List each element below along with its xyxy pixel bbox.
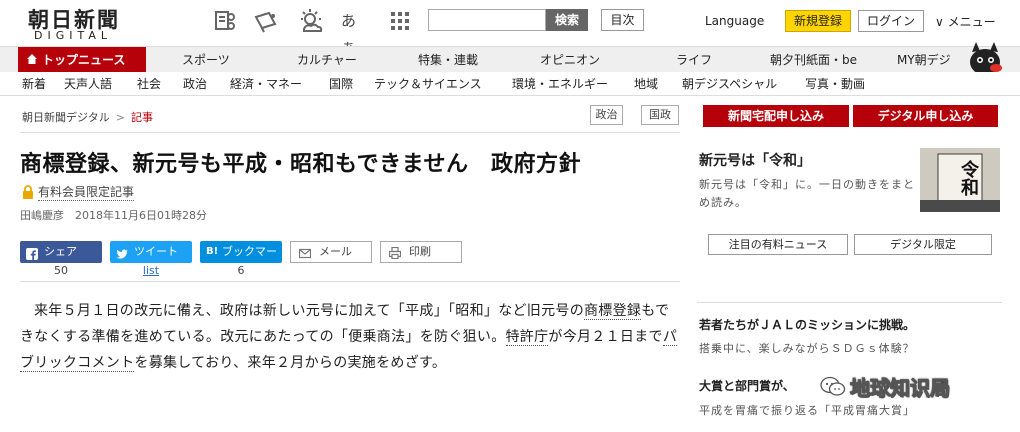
divider bbox=[20, 132, 680, 133]
nav-item-label: トップニュース bbox=[42, 53, 126, 67]
search-input[interactable] bbox=[428, 9, 546, 31]
sub-nav-item[interactable]: 経済・マネー bbox=[230, 72, 302, 96]
body-text: 来年５月１日の改元に備え、政府は新しい元号に加えて「平成」「昭和」など旧元号の bbox=[34, 303, 584, 319]
nav-item-paper[interactable]: 朝夕刊紙面・be bbox=[770, 47, 857, 73]
twitter-share-label: ツイート bbox=[134, 245, 178, 258]
facebook-share-button[interactable]: シェア bbox=[20, 241, 102, 263]
nav-item-culture[interactable]: カルチャー bbox=[297, 47, 357, 73]
keyword-link-patent-office[interactable]: 特許庁 bbox=[505, 329, 549, 346]
twitter-icon bbox=[116, 246, 128, 259]
breadcrumb: 朝日新聞デジタル > 記事 bbox=[22, 109, 153, 125]
sub-nav-item[interactable]: 国際 bbox=[329, 72, 353, 96]
search-button[interactable]: 検索 bbox=[546, 9, 588, 31]
register-button[interactable]: 新規登録 bbox=[785, 10, 851, 32]
sub-nav-item[interactable]: 環境・エネルギー bbox=[512, 72, 608, 96]
hatena-bookmark-button[interactable]: B! ブックマー bbox=[200, 241, 282, 263]
feature-description: 新元号は「令和」に。一日の動きをまとめ読み。 bbox=[699, 178, 915, 209]
promo-subtext-2: 平成を胃痛で振り返る「平成胃痛大賞」 bbox=[699, 404, 915, 417]
breadcrumb-home[interactable]: 朝日新聞デジタル bbox=[22, 111, 110, 124]
feature-image[interactable]: 令和 bbox=[920, 148, 1000, 212]
newspaper-subscribe-button[interactable]: 新聞宅配申し込み bbox=[703, 105, 849, 127]
divider bbox=[697, 302, 1002, 303]
logo-english: DIGITAL bbox=[34, 29, 113, 42]
article-title: 商標登録、新元号も平成・昭和もできません 政府方針 bbox=[20, 152, 581, 177]
font-size-icon[interactable]: あぁ bbox=[341, 8, 367, 56]
breadcrumb-current: 記事 bbox=[131, 111, 153, 124]
nav-item-top-news[interactable]: トップニュース bbox=[18, 47, 146, 73]
print-icon bbox=[388, 246, 402, 260]
login-button[interactable]: ログイン bbox=[858, 10, 924, 32]
tag-national-politics[interactable]: 国政 bbox=[641, 105, 679, 125]
sub-nav-item[interactable]: 天声人語 bbox=[64, 72, 112, 96]
print-label: 印刷 bbox=[409, 245, 431, 258]
toc-button[interactable]: 目次 bbox=[601, 9, 644, 31]
nav-item-opinion[interactable]: オピニオン bbox=[540, 47, 600, 73]
twitter-list-link[interactable]: list bbox=[110, 264, 192, 277]
paid-member-label[interactable]: 有料会員限定記事 bbox=[38, 183, 135, 201]
hatena-bookmark-count: 6 bbox=[237, 264, 245, 277]
language-link[interactable]: Language bbox=[705, 14, 764, 28]
bookmark-scrap-icon[interactable] bbox=[212, 8, 238, 34]
feature-image-caption: 令和 bbox=[958, 160, 979, 196]
main-nav: トップニュース スポーツ カルチャー 特集・連載 オピニオン ライフ 朝夕刊紙面… bbox=[0, 46, 1020, 73]
hatena-bookmark-label: ブックマー bbox=[222, 245, 277, 258]
sub-nav-item[interactable]: テック＆サイエンス bbox=[374, 72, 482, 96]
watermark-text: 地球知识局 bbox=[850, 376, 951, 401]
sub-nav-item[interactable]: 政治 bbox=[183, 72, 207, 96]
mail-icon bbox=[298, 246, 312, 259]
digital-subscribe-button[interactable]: デジタル申し込み bbox=[853, 105, 998, 127]
twitter-share-button[interactable]: ツイート bbox=[110, 241, 192, 263]
promo-subtext-1: 搭乗中に、楽しみながらＳＤＧｓ体験？ bbox=[699, 342, 915, 355]
facebook-share-count: 50 bbox=[54, 264, 68, 277]
site-header: 朝日新聞 DIGITAL あぁ 検索 目次 Language 新規登録 ログイン… bbox=[0, 0, 1020, 56]
hatena-icon: B! bbox=[206, 246, 219, 257]
body-text: が今月２１日まで bbox=[548, 329, 663, 345]
sub-nav-item[interactable]: 新着 bbox=[22, 72, 46, 96]
megaphone-icon[interactable] bbox=[253, 8, 279, 34]
lock-icon bbox=[22, 184, 34, 199]
nav-item-my-asadigi[interactable]: MY朝デジ bbox=[897, 47, 951, 73]
nav-item-sports[interactable]: スポーツ bbox=[182, 47, 230, 73]
breadcrumb-separator: > bbox=[115, 111, 125, 124]
mail-share-label: メール bbox=[319, 245, 352, 258]
mail-share-button[interactable]: メール bbox=[290, 241, 372, 263]
feature-title[interactable]: 新元号は「令和」 bbox=[699, 150, 811, 170]
wechat-icon bbox=[820, 376, 846, 398]
facebook-icon bbox=[26, 246, 38, 260]
article-byline: 田嶋慶彦 2018年11月6日01時28分 bbox=[20, 209, 207, 222]
article-body: 来年５月１日の改元に備え、政府は新しい元号に加えて「平成」「昭和」など旧元号の商… bbox=[20, 298, 680, 376]
divider bbox=[20, 281, 680, 282]
grid-menu-icon[interactable] bbox=[387, 8, 413, 34]
sub-nav-item[interactable]: 社会 bbox=[137, 72, 161, 96]
mascot-icon[interactable] bbox=[962, 40, 1008, 76]
sub-nav-item[interactable]: 地域 bbox=[634, 72, 658, 96]
facebook-share-label: シェア bbox=[44, 245, 77, 258]
print-button[interactable]: 印刷 bbox=[380, 241, 462, 263]
body-text: を募集しており、来年２月からの実施をめざす。 bbox=[134, 355, 447, 371]
weather-icon[interactable] bbox=[298, 8, 324, 34]
nav-item-features[interactable]: 特集・連載 bbox=[418, 47, 478, 73]
sub-nav-item[interactable]: 写真・動画 bbox=[805, 72, 865, 96]
sub-nav: 新着 天声人語 社会 政治 経済・マネー 国際 テック＆サイエンス 環境・エネル… bbox=[0, 72, 1020, 96]
home-icon bbox=[27, 54, 37, 64]
digital-only-button[interactable]: デジタル限定 bbox=[854, 234, 992, 255]
site-logo[interactable]: 朝日新聞 DIGITAL bbox=[28, 4, 144, 42]
tag-politics[interactable]: 政治 bbox=[590, 105, 623, 125]
paid-news-button[interactable]: 注目の有料ニュース bbox=[708, 234, 848, 255]
sub-nav-item[interactable]: 朝デジスペシャル bbox=[682, 72, 777, 96]
keyword-link-trademark[interactable]: 商標登録 bbox=[584, 303, 642, 320]
menu-button[interactable]: ∨ メニュー bbox=[935, 13, 996, 30]
promo-headline-2[interactable]: 大賞と部門賞が、 bbox=[699, 377, 795, 394]
nav-item-life[interactable]: ライフ bbox=[676, 47, 712, 73]
promo-headline-1[interactable]: 若者たちがＪＡＬのミッションに挑戦。 bbox=[699, 316, 915, 333]
